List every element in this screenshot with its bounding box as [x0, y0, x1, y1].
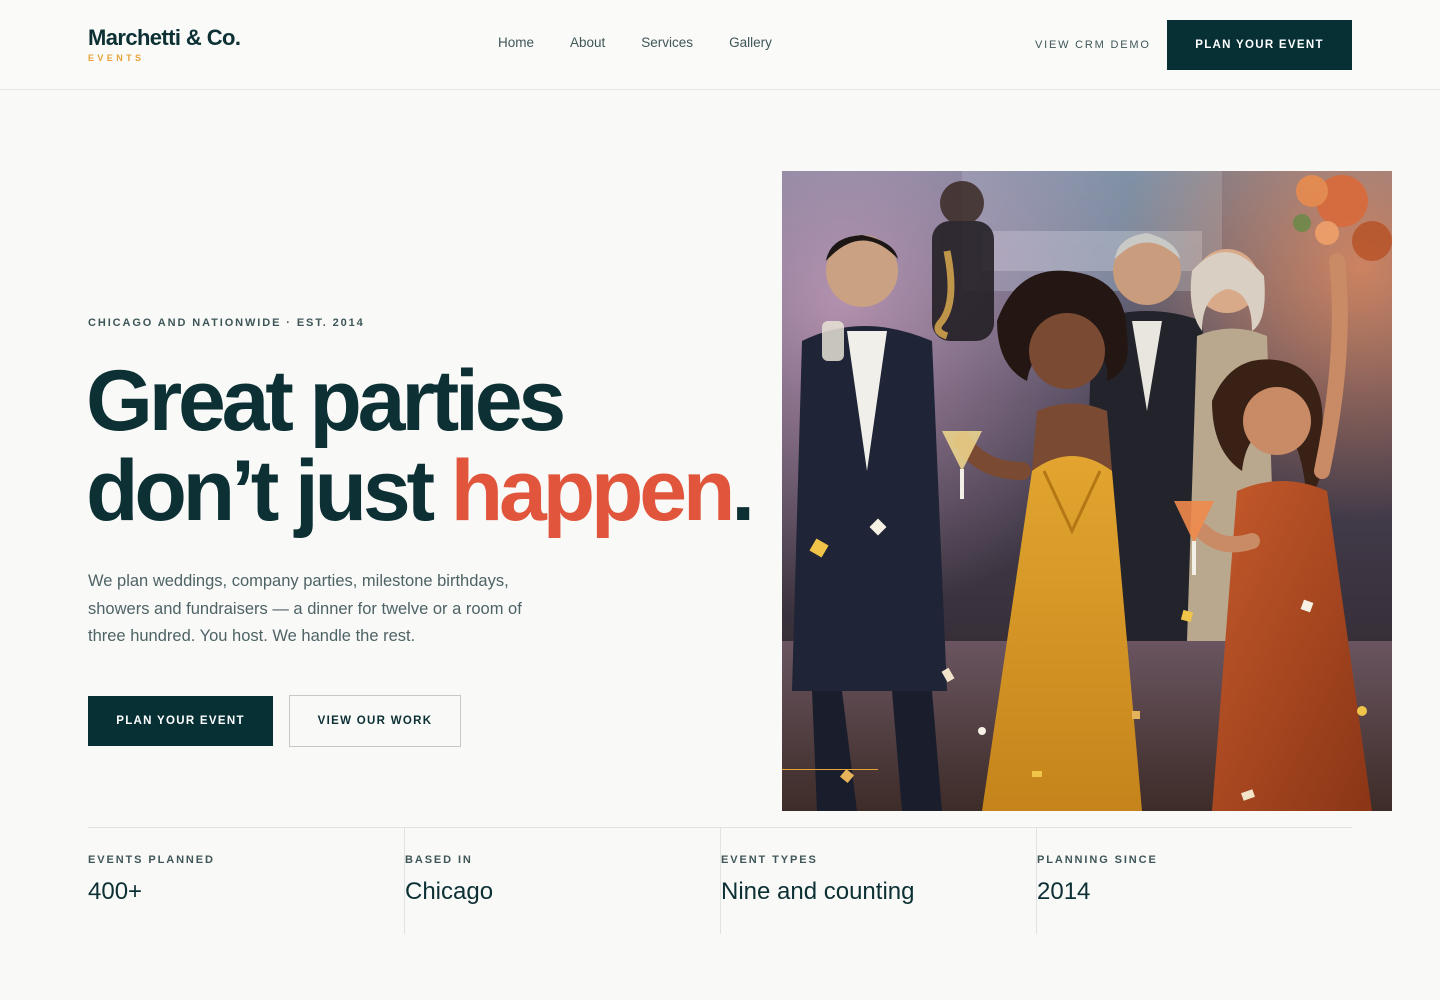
stat-events-planned: EVENTS PLANNED 400+ — [88, 828, 404, 934]
stat-planning-since: PLANNING SINCE 2014 — [1036, 828, 1352, 934]
brand-logo[interactable]: Marchetti & Co. EVENTS — [88, 25, 241, 64]
stat-based-in: BASED IN Chicago — [404, 828, 720, 934]
plan-event-button[interactable]: PLAN YOUR EVENT — [88, 696, 273, 746]
hero-description: We plan weddings, company parties, miles… — [88, 572, 522, 645]
hero-eyebrow: CHICAGO AND NATIONWIDE · EST. 2014 — [88, 317, 365, 329]
headline-line-1: Great parties — [86, 353, 566, 449]
stat-value: Chicago — [405, 878, 494, 905]
stat-value: 400+ — [88, 878, 143, 905]
headline-accent-word: happen — [450, 443, 736, 539]
hero-headline: Great parties don’t just happen. — [86, 353, 755, 539]
main-nav: Home About Services Gallery — [498, 35, 772, 50]
photo-accent-line — [782, 769, 878, 770]
nav-gallery[interactable]: Gallery — [729, 35, 772, 50]
stat-event-types: EVENT TYPES Nine and counting — [720, 828, 1036, 934]
header-plan-event-button[interactable]: PLAN YOUR EVENT — [1167, 20, 1352, 70]
brand-name: Marchetti & Co. — [88, 25, 241, 50]
view-our-work-button[interactable]: VIEW OUR WORK — [289, 695, 461, 747]
nav-about[interactable]: About — [570, 35, 605, 50]
stat-value: Nine and counting — [721, 878, 915, 905]
stat-label: BASED IN — [405, 854, 473, 866]
stat-value: 2014 — [1037, 878, 1091, 905]
party-photo-illustration — [782, 171, 1392, 811]
view-crm-demo-link[interactable]: VIEW CRM DEMO — [1035, 39, 1151, 51]
brand-subtitle: EVENTS — [88, 53, 145, 63]
headline-period: . — [731, 443, 755, 539]
headline-line-2: don’t just — [86, 443, 451, 539]
stats-bar: EVENTS PLANNED 400+ BASED IN Chicago EVE… — [88, 827, 1352, 934]
stat-label: PLANNING SINCE — [1037, 854, 1158, 866]
stat-label: EVENTS PLANNED — [88, 854, 215, 866]
nav-home[interactable]: Home — [498, 35, 534, 50]
site-header: Marchetti & Co. EVENTS Home About Servic… — [0, 0, 1440, 90]
stat-label: EVENT TYPES — [721, 854, 818, 866]
party-photo — [782, 171, 1392, 811]
nav-services[interactable]: Services — [641, 35, 693, 50]
